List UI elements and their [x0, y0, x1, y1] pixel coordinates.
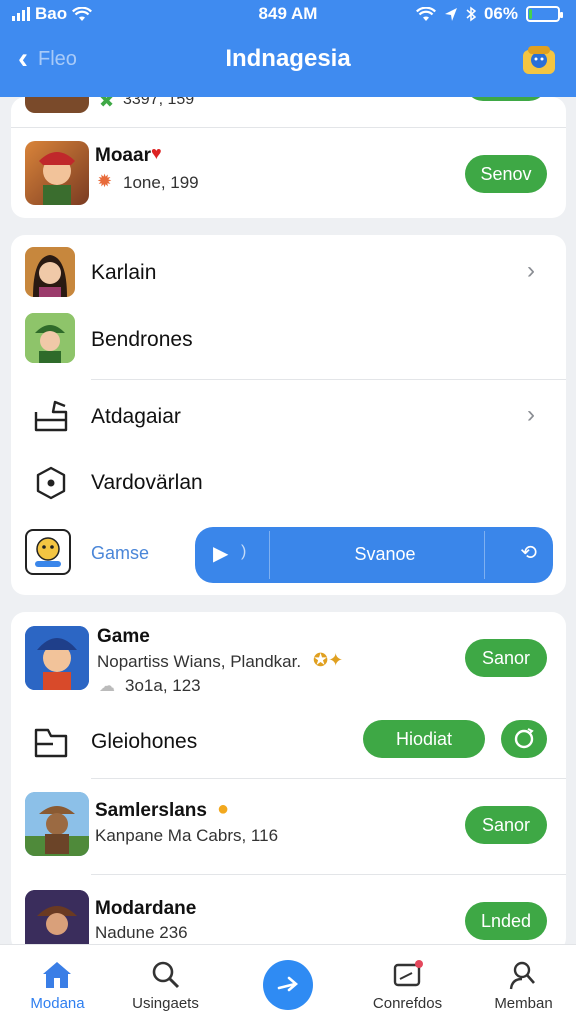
- refresh-button[interactable]: [501, 720, 547, 758]
- divider: [11, 127, 566, 128]
- hiodiat-button[interactable]: Hiodiat: [363, 720, 485, 758]
- app-header: Bao 849 AM 06% ‹ Fleo Indnagesia: [0, 0, 576, 97]
- star-icon: ✖: [99, 97, 115, 111]
- avatar-karlain: [25, 247, 75, 297]
- game-icon-box[interactable]: [25, 529, 71, 575]
- chevron-right-icon: ›: [527, 401, 535, 428]
- partial-button[interactable]: [465, 97, 547, 101]
- top-card: ✖ 3397, 159 Moaar ♥ ✹ 1one, 199 Senov: [11, 97, 566, 218]
- heart-icon: ♥: [151, 143, 162, 163]
- divider: [91, 778, 566, 779]
- app-icon-modardane: [25, 890, 89, 952]
- open-button[interactable]: Sanor: [465, 639, 547, 677]
- coin-icon: ●: [217, 798, 230, 820]
- menu-card: Karlain › Bendrones Atdagaiar › Vardovär…: [11, 235, 566, 595]
- tab-member[interactable]: Memban: [466, 945, 576, 1024]
- app-name: Moaar: [95, 145, 151, 166]
- search-icon: [152, 961, 180, 989]
- floating-action-button[interactable]: [263, 960, 313, 1010]
- divider: [91, 379, 566, 380]
- list-label: Gleiohones: [91, 730, 198, 753]
- divider: [91, 874, 566, 875]
- menu-label: Atdagaiar: [91, 405, 181, 428]
- sync-icon: ⟲: [520, 542, 537, 564]
- tab-label: Conrefdos: [372, 995, 443, 1012]
- menu-label: Vardovärlan: [91, 471, 203, 494]
- partial-sub: 3397, 159: [123, 97, 195, 108]
- open-button[interactable]: Sanor: [465, 806, 547, 844]
- list-row-gleiohones[interactable]: Gleiohones Hiodiat: [11, 710, 566, 776]
- avatar-bendrones: [25, 313, 75, 363]
- refresh-icon: [514, 728, 534, 749]
- menu-label: Karlain: [91, 261, 157, 284]
- app-sub: Nadune 236: [95, 923, 188, 942]
- app-icon-moaar: [25, 141, 89, 205]
- tab-label: Usingaets: [132, 995, 199, 1012]
- app-desc: Kanpane Ma Cabrs, 116: [95, 826, 279, 845]
- profile-avatar-icon[interactable]: [520, 42, 558, 76]
- arrow-icon: [277, 976, 298, 992]
- face-icon: [35, 537, 61, 567]
- badge-icons: ✪✦: [313, 650, 344, 670]
- app-icon-game: [25, 626, 89, 690]
- bluetooth-icon: [466, 6, 476, 22]
- message-icon: [393, 960, 423, 987]
- shield-icon: [36, 466, 66, 500]
- partial-app-icon: [25, 97, 89, 113]
- app-name: Game: [97, 626, 150, 647]
- game-label: Gamse: [91, 543, 150, 563]
- folder-upload-icon: [34, 400, 68, 432]
- chevron-right-icon: ›: [527, 257, 535, 284]
- menu-item-karlain[interactable]: Karlain ›: [11, 235, 566, 307]
- app-row-game[interactable]: Game Nopartiss Wians, Plandkar. ✪✦ ☁ 3o1…: [11, 612, 566, 710]
- tab-label: Modana: [30, 995, 85, 1012]
- location-icon: [444, 7, 457, 21]
- partial-list-item[interactable]: ✖ 3397, 159: [11, 97, 566, 125]
- app-sub: 1one, 199: [123, 173, 199, 192]
- menu-item-atdagaiar[interactable]: Atdagaiar ›: [11, 381, 566, 451]
- open-button[interactable]: Lnded: [465, 902, 547, 940]
- folder-icon: [34, 728, 68, 758]
- tab-label: Memban: [494, 995, 553, 1012]
- battery-icon: [526, 6, 563, 22]
- app-row-samlerslans[interactable]: Samlerslans ● Kanpane Ma Cabrs, 116 Sano…: [11, 780, 566, 872]
- app-sub: 3o1a, 123: [125, 676, 201, 695]
- menu-item-bendrones[interactable]: Bendrones: [11, 307, 566, 377]
- tab-messages[interactable]: Conrefdos: [350, 945, 465, 1024]
- app-icon-samlerslans: [25, 792, 89, 856]
- app-name: Samlerslans: [95, 800, 207, 821]
- app-row-modardane[interactable]: Modardane Nadune 236 Lnded: [11, 876, 566, 952]
- menu-label: Bendrones: [91, 328, 193, 351]
- tab-home[interactable]: Modana: [0, 945, 115, 1024]
- cloud-icon: ☁: [99, 678, 115, 695]
- open-button[interactable]: Senov: [465, 155, 547, 193]
- page-title: Indnagesia: [225, 45, 351, 72]
- burst-icon: ✹: [97, 171, 113, 191]
- wifi-icon-right: [415, 6, 436, 21]
- app-row-moaar[interactable]: Moaar ♥ ✹ 1one, 199 Senov: [11, 135, 566, 215]
- list-card: Game Nopartiss Wians, Plandkar. ✪✦ ☁ 3o1…: [11, 612, 566, 952]
- svanoe-bar[interactable]: ▶ ) Svanoe ⟲: [195, 527, 553, 583]
- menu-item-vardovarlan[interactable]: Vardovärlan: [11, 451, 566, 519]
- app-name: Modardane: [95, 898, 197, 919]
- status-bar: Bao 849 AM 06%: [0, 0, 576, 28]
- bar-label: Svanoe: [354, 544, 416, 564]
- battery-percent: 06%: [483, 4, 518, 23]
- home-icon: [43, 962, 71, 988]
- app-desc: Nopartiss Wians, Plandkar.: [97, 652, 302, 671]
- person-icon: [509, 961, 535, 990]
- tab-search[interactable]: Usingaets: [108, 945, 223, 1024]
